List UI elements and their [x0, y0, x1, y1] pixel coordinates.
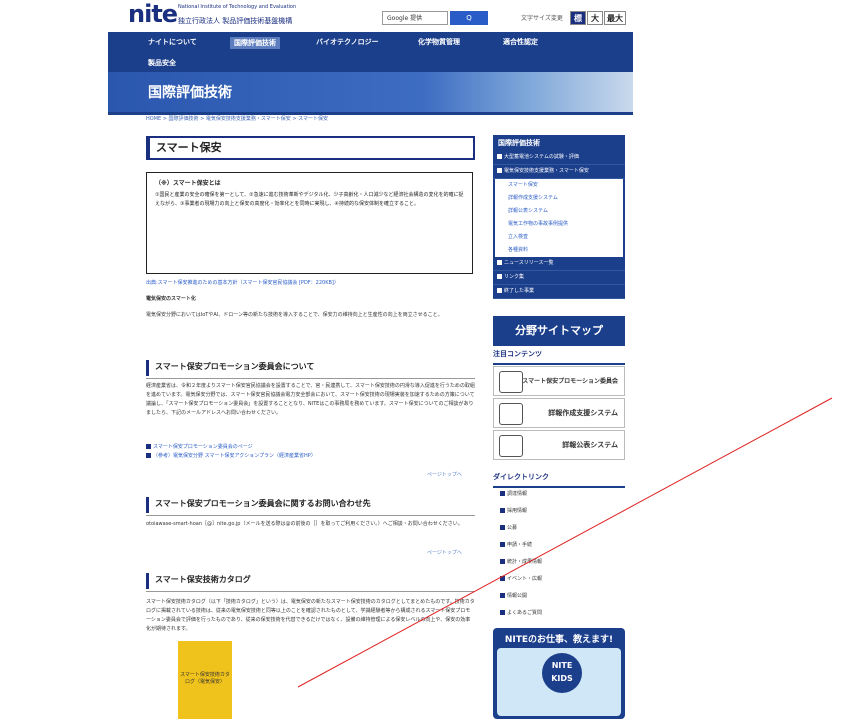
annotation-red-line: [297, 397, 833, 688]
